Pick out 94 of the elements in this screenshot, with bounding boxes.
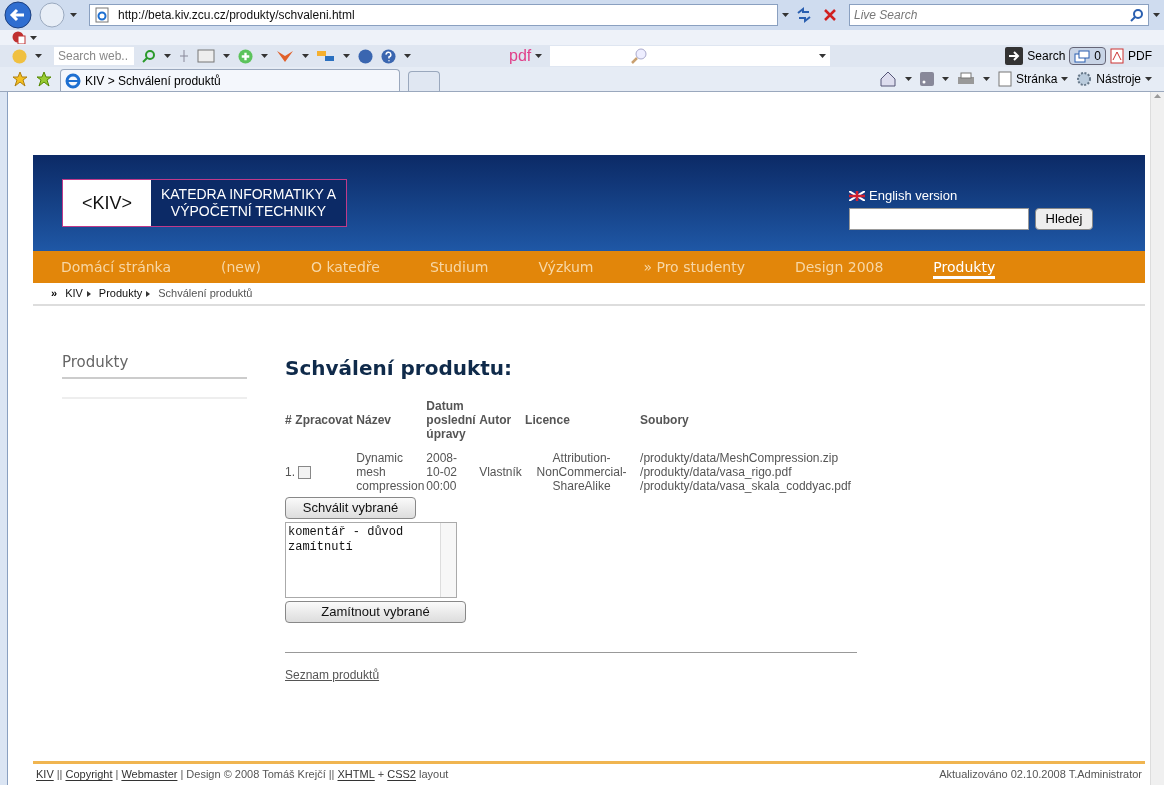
dropdown-caret-icon[interactable] <box>302 54 309 58</box>
department-logo[interactable]: <KIV> KATEDRA INFORMATIKY A VÝPOČETNÍ TECHNIKY <box>62 179 347 227</box>
approve-button[interactable]: Schválit vybrané <box>285 497 416 519</box>
dropdown-caret-icon[interactable] <box>404 54 411 58</box>
add-favorite-icon[interactable] <box>36 71 52 87</box>
breadcrumb-marker: » <box>51 286 58 302</box>
department-name: KATEDRA INFORMATIKY A <box>160 186 336 203</box>
footer-link[interactable]: XHTML <box>337 766 375 783</box>
breadcrumb-link[interactable]: Produkty <box>98 285 143 302</box>
history-caret-icon[interactable] <box>70 13 77 17</box>
english-version-link[interactable]: English version <box>869 186 958 206</box>
live-search-field[interactable]: Live Search <box>849 4 1149 26</box>
footer-text: || <box>56 767 63 783</box>
magnifier-icon <box>630 47 649 65</box>
column-header: Datum poslední úpravy <box>426 399 477 441</box>
sidebar-heading: Produkty <box>62 351 247 379</box>
dropdown-caret-icon[interactable] <box>819 54 827 58</box>
address-bar[interactable]: http://beta.kiv.zcu.cz/produkty/schvaleni.html <box>89 4 778 26</box>
caret-icon[interactable] <box>1061 77 1069 81</box>
search-button[interactable]: Hledej <box>1035 207 1093 230</box>
help-icon[interactable] <box>381 48 396 64</box>
printer-icon[interactable] <box>956 71 975 87</box>
table-cell-text: /produkty/data/MeshCompression.zip /produkty/data/vasa_rigo.pdf /produkty/data/vasa_skala_coddyac.pdf <box>640 450 852 493</box>
breadcrumb-separator-icon <box>86 290 91 297</box>
scroll-up-icon <box>1154 94 1161 98</box>
search-button[interactable]: Search <box>1005 47 1066 65</box>
dropdown-caret-icon[interactable] <box>35 54 42 58</box>
breadcrumb-link[interactable]: KIV <box>65 285 83 302</box>
dropdown-caret-icon[interactable] <box>164 54 171 58</box>
footer-link[interactable]: Copyright <box>65 766 113 783</box>
reject-button[interactable]: Zamítnout vybrané <box>285 601 466 623</box>
table-cell-text: Attribution- NonCommercial- ShareAlike <box>535 450 628 493</box>
browser-tab[interactable]: KIV > Schválení produktů <box>60 69 400 91</box>
footer-text: layout <box>418 767 449 783</box>
table-cell-text: 1. <box>285 464 296 481</box>
settings-icon <box>1076 71 1093 87</box>
url-text: http://beta.kiv.zcu.cz/produkty/schvaleni.html <box>118 7 355 24</box>
column-header: Autor <box>479 412 513 429</box>
windows-icon <box>1074 49 1091 63</box>
department-name: VÝPOČETNÍ TECHNIKY <box>170 203 327 220</box>
pdf-button[interactable]: PDF <box>1110 47 1152 65</box>
logo-text: <KIV> <box>81 191 132 215</box>
color-blocks-icon[interactable] <box>317 49 335 63</box>
dropdown-caret-icon[interactable] <box>261 54 268 58</box>
dropdown-caret-icon[interactable] <box>30 35 37 40</box>
table-cell-text: Dynamic mesh compression <box>356 450 426 493</box>
table-cell-text: 2008- 10-02 00:00 <box>426 450 459 493</box>
home-icon[interactable] <box>878 71 897 87</box>
toolbar-search-field[interactable]: Search web.. <box>54 47 134 65</box>
footer-link[interactable]: CSS2 <box>387 766 416 783</box>
page-icon <box>997 71 1012 87</box>
column-header: Licence <box>525 412 571 429</box>
page-heading: Schválení produktu: <box>285 355 514 382</box>
search-icon <box>1130 8 1144 22</box>
site-search-field[interactable] <box>849 207 1029 230</box>
windows-counter-button[interactable]: 0 <box>1069 47 1106 65</box>
comment-textarea[interactable]: komentář - důvod zamítnutí <box>285 522 457 598</box>
pdf-search-field[interactable] <box>550 46 831 66</box>
page-icon <box>94 7 110 23</box>
pdf-file-icon <box>1110 48 1124 64</box>
footer-text: | <box>115 767 119 783</box>
ie-logo-icon <box>65 72 81 89</box>
footer-link[interactable]: KIV <box>36 766 54 783</box>
dropdown-caret-icon[interactable] <box>223 54 230 58</box>
dropdown-caret-icon[interactable] <box>343 54 350 58</box>
checkbox[interactable] <box>298 465 312 479</box>
address-caret-icon[interactable] <box>782 13 789 17</box>
table-cell-text: Vlastník <box>479 464 523 481</box>
dropdown-caret-icon[interactable] <box>535 54 543 58</box>
dropdown-caret-icon[interactable] <box>904 77 912 81</box>
last-updated-text: Aktualizováno 02.10.2008 T.Administrator <box>939 767 1142 783</box>
dropdown-caret-icon[interactable] <box>982 77 990 81</box>
search-caret-icon[interactable] <box>1153 13 1160 17</box>
column-header: Název <box>356 412 393 429</box>
favorites-star-icon[interactable] <box>12 71 28 87</box>
scrollbar[interactable] <box>440 523 456 597</box>
column-header: Soubory <box>640 412 690 429</box>
breadcrumb-current: Schválení produktů <box>158 286 253 302</box>
dropdown-caret-icon[interactable] <box>941 77 949 81</box>
arrow-right-icon <box>1005 47 1024 65</box>
breadcrumb-separator-icon <box>146 290 151 297</box>
footer-text: | Design © 2008 Tomáš Krejčí || <box>180 767 335 783</box>
uk-flag-icon <box>849 191 865 201</box>
footer-text: + <box>377 767 385 783</box>
settings-menu[interactable]: Nástroje <box>1076 70 1152 88</box>
back-button-icon[interactable] <box>4 1 34 29</box>
search-icon[interactable] <box>142 49 156 63</box>
caret-icon[interactable] <box>1145 77 1152 81</box>
column-header: Zpracovat <box>295 412 354 429</box>
product-list-link[interactable]: Seznam produktů <box>285 666 380 684</box>
footer-link[interactable]: Webmaster <box>121 766 178 783</box>
column-header: # <box>285 412 293 429</box>
scrollbar[interactable] <box>1150 92 1164 785</box>
page-menu[interactable]: Stránka <box>997 70 1069 88</box>
